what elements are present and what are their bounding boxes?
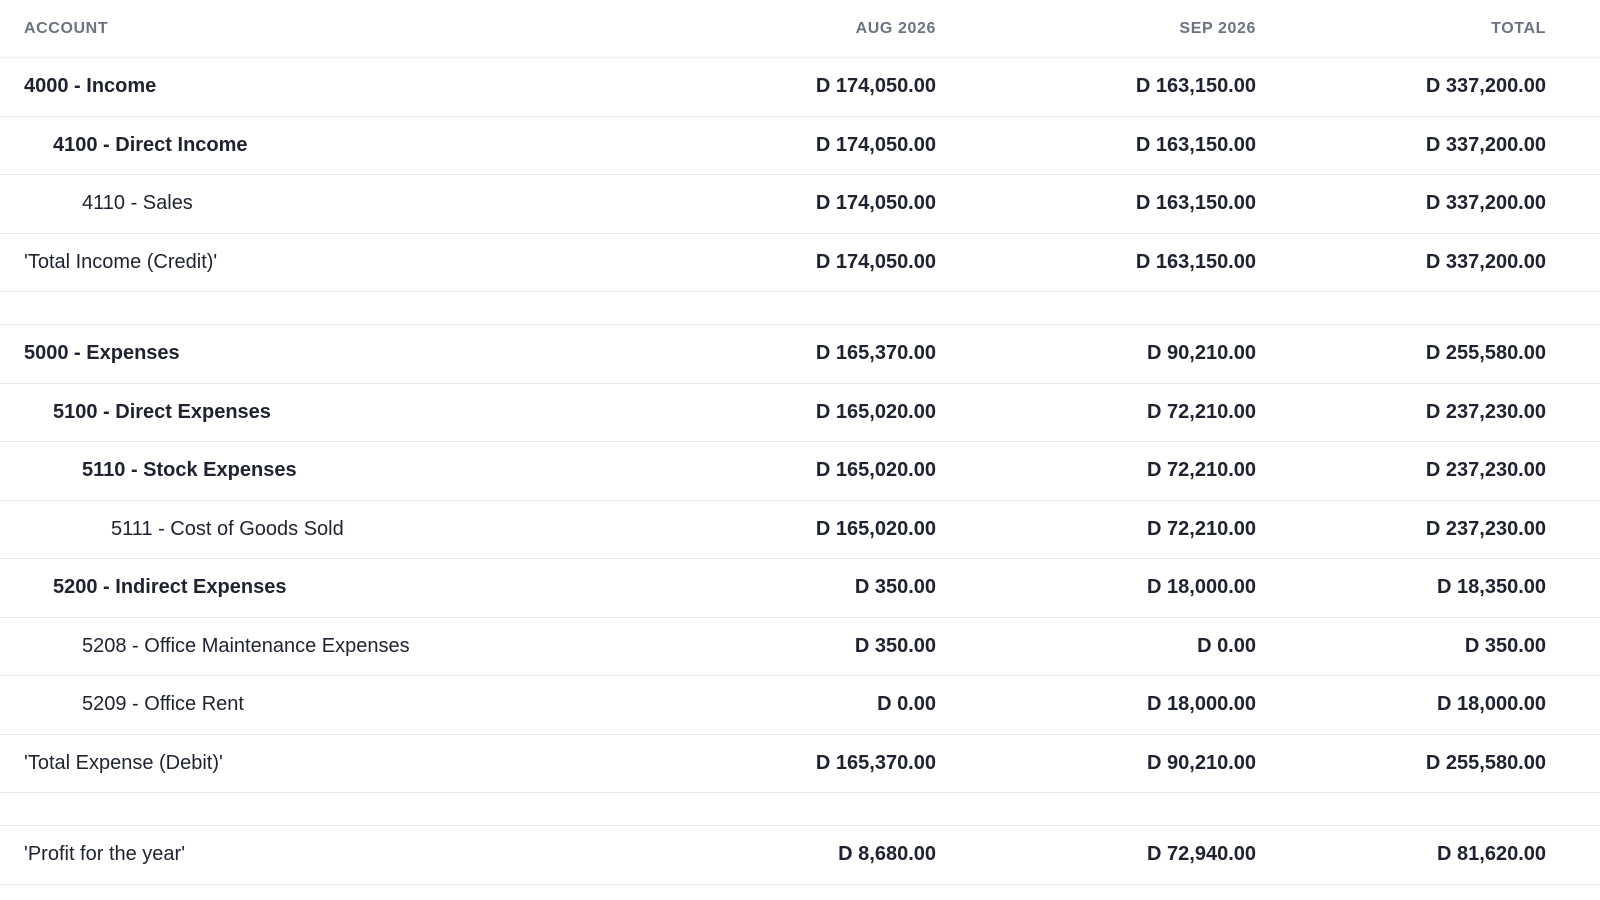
aug-value: D 8,680.00 xyxy=(838,843,936,866)
total-value: D 237,230.00 xyxy=(1425,459,1546,482)
account-name: 5100 - Direct Expenses xyxy=(53,400,271,423)
total-value: D 18,350.00 xyxy=(1437,576,1546,599)
report-row-profit: 'Profit for the year' D 8,680.00 D 72,94… xyxy=(0,826,1600,885)
account-name: 5000 - Expenses xyxy=(24,342,180,365)
sep-value: D 163,150.00 xyxy=(1135,133,1256,156)
total-value: D 18,000.00 xyxy=(1437,693,1546,716)
sep-value: D 72,210.00 xyxy=(1147,517,1256,540)
total-value: D 350.00 xyxy=(1464,634,1546,657)
sep-value: D 72,210.00 xyxy=(1147,400,1256,423)
report-row-office-maintenance[interactable]: 5208 - Office Maintenance Expenses D 350… xyxy=(0,618,1600,676)
sep-value: D 72,210.00 xyxy=(1147,459,1256,482)
account-name: 5110 - Stock Expenses xyxy=(82,459,297,482)
aug-value: D 0.00 xyxy=(877,693,936,716)
account-name: 'Total Expense (Debit)' xyxy=(24,751,223,774)
aug-value: D 165,370.00 xyxy=(815,342,936,365)
aug-value: D 165,370.00 xyxy=(815,751,936,774)
report-row-total-expense: 'Total Expense (Debit)' D 165,370.00 D 9… xyxy=(0,735,1600,793)
column-header-total[interactable]: TOTAL xyxy=(1256,20,1570,38)
total-value: D 337,200.00 xyxy=(1425,133,1546,156)
total-value: D 81,620.00 xyxy=(1437,843,1546,866)
account-name: 5209 - Office Rent xyxy=(82,693,244,716)
account-name: 4100 - Direct Income xyxy=(53,133,248,156)
total-value: D 337,200.00 xyxy=(1425,75,1546,98)
total-value: D 237,230.00 xyxy=(1425,517,1546,540)
total-value: D 337,200.00 xyxy=(1425,250,1546,273)
sep-value: D 163,150.00 xyxy=(1135,75,1256,98)
report-row-direct-expenses[interactable]: 5100 - Direct Expenses D 165,020.00 D 72… xyxy=(0,384,1600,442)
account-name: 5208 - Office Maintenance Expenses xyxy=(82,634,410,657)
sep-value: D 18,000.00 xyxy=(1147,576,1256,599)
sep-value: D 72,940.00 xyxy=(1147,843,1256,866)
sep-value: D 163,150.00 xyxy=(1135,192,1256,215)
section-spacer xyxy=(0,793,1600,826)
report-header-row: ACCOUNT AUG 2026 SEP 2026 TOTAL xyxy=(0,0,1600,58)
aug-value: D 174,050.00 xyxy=(815,250,936,273)
aug-value: D 174,050.00 xyxy=(815,133,936,156)
aug-value: D 165,020.00 xyxy=(815,459,936,482)
account-name: 5111 - Cost of Goods Sold xyxy=(111,517,344,540)
aug-value: D 350.00 xyxy=(854,576,936,599)
sep-value: D 163,150.00 xyxy=(1135,250,1256,273)
report-row-total-income: 'Total Income (Credit)' D 174,050.00 D 1… xyxy=(0,234,1600,292)
report-row-sales[interactable]: 4110 - Sales D 174,050.00 D 163,150.00 D… xyxy=(0,175,1600,234)
column-header-sep-2026[interactable]: SEP 2026 xyxy=(936,20,1256,38)
section-spacer xyxy=(0,292,1600,325)
aug-value: D 174,050.00 xyxy=(815,75,936,98)
aug-value: D 165,020.00 xyxy=(815,517,936,540)
sep-value: D 0.00 xyxy=(1197,634,1256,657)
column-header-account[interactable]: ACCOUNT xyxy=(0,20,700,38)
sep-value: D 90,210.00 xyxy=(1147,751,1256,774)
aug-value: D 174,050.00 xyxy=(815,192,936,215)
column-header-aug-2026[interactable]: AUG 2026 xyxy=(700,20,936,38)
report-row-direct-income[interactable]: 4100 - Direct Income D 174,050.00 D 163,… xyxy=(0,117,1600,175)
sep-value: D 18,000.00 xyxy=(1147,693,1256,716)
account-name: 5200 - Indirect Expenses xyxy=(53,576,287,599)
account-name: 4000 - Income xyxy=(24,75,157,98)
total-value: D 255,580.00 xyxy=(1425,751,1546,774)
account-name: 4110 - Sales xyxy=(82,192,193,215)
report-row-income[interactable]: 4000 - Income D 174,050.00 D 163,150.00 … xyxy=(0,58,1600,117)
report-row-expenses[interactable]: 5000 - Expenses D 165,370.00 D 90,210.00… xyxy=(0,325,1600,384)
account-name: 'Total Income (Credit)' xyxy=(24,250,218,273)
aug-value: D 165,020.00 xyxy=(815,400,936,423)
report-row-office-rent[interactable]: 5209 - Office Rent D 0.00 D 18,000.00 D … xyxy=(0,676,1600,735)
total-value: D 237,230.00 xyxy=(1425,400,1546,423)
report-row-indirect-expenses[interactable]: 5200 - Indirect Expenses D 350.00 D 18,0… xyxy=(0,559,1600,618)
report-row-stock-expenses[interactable]: 5110 - Stock Expenses D 165,020.00 D 72,… xyxy=(0,442,1600,501)
total-value: D 337,200.00 xyxy=(1425,192,1546,215)
aug-value: D 350.00 xyxy=(854,634,936,657)
sep-value: D 90,210.00 xyxy=(1147,342,1256,365)
total-value: D 255,580.00 xyxy=(1425,342,1546,365)
profit-and-loss-report: ACCOUNT AUG 2026 SEP 2026 TOTAL 4000 - I… xyxy=(0,0,1600,885)
report-row-cost-of-goods-sold[interactable]: 5111 - Cost of Goods Sold D 165,020.00 D… xyxy=(0,501,1600,559)
account-name: 'Profit for the year' xyxy=(24,843,186,866)
